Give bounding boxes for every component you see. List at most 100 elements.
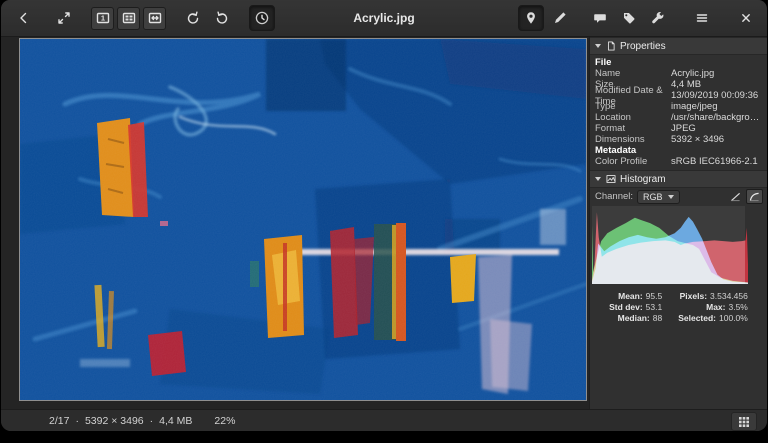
- toolbar-right: [518, 5, 767, 31]
- property-group-title: Metadata: [590, 145, 767, 156]
- menu-icon: [694, 10, 710, 26]
- tools-button[interactable]: [645, 5, 671, 31]
- stat-value: 53.1: [646, 302, 663, 312]
- properties-body: File Name Acrylic.jpg Size 4,4 MB Modifi…: [590, 55, 767, 167]
- expander-icon: [595, 44, 601, 48]
- histogram-section-header[interactable]: Histogram: [590, 170, 767, 188]
- comment-icon: [592, 10, 608, 26]
- property-row: Dimensions 5392 × 3496: [590, 134, 767, 145]
- rotate-left-icon: [185, 10, 201, 26]
- histogram-scale-buttons: [727, 189, 763, 204]
- property-value: 13/09/2019 00:09:36: [671, 90, 762, 101]
- stat-label: Pixels:: [678, 291, 707, 301]
- histogram-channel-row: Channel: RGB: [590, 188, 767, 204]
- property-row: Type image/jpeg: [590, 101, 767, 112]
- svg-text:1: 1: [100, 14, 104, 23]
- property-value: 5392 × 3496: [671, 134, 728, 145]
- stat-value: 3.5%: [728, 302, 747, 312]
- thumbnail-grid-button[interactable]: [731, 412, 757, 431]
- histogram-stats: Mean:95.5 Std dev:53.1 Median:88 Pixels:…: [590, 284, 767, 323]
- histogram-chart: [592, 206, 745, 284]
- property-row: Location /usr/share/background...: [590, 112, 767, 123]
- stat-value: 88: [653, 313, 662, 323]
- edit-file-button[interactable]: [547, 5, 573, 31]
- linear-histogram-icon: [730, 192, 741, 202]
- stats-right-column: Pixels:3.534.456 Max:3.5% Selected:100.0…: [678, 291, 748, 323]
- headerbar: Acrylic.jpg 1: [1, 0, 767, 37]
- zoom-fit-button[interactable]: [117, 7, 140, 30]
- stat-label: Max:: [678, 302, 725, 312]
- property-row: Name Acrylic.jpg: [590, 68, 767, 79]
- zoom-fit-icon: [121, 10, 137, 26]
- stat-label: Mean:: [609, 291, 643, 301]
- linear-scale-button[interactable]: [727, 189, 744, 204]
- channel-select[interactable]: RGB: [637, 190, 680, 204]
- zoom-original-icon: 1: [95, 10, 111, 26]
- location-pin-icon: [523, 10, 539, 26]
- tag-icon: [621, 10, 637, 26]
- properties-section-title: Properties: [620, 41, 666, 52]
- logarithmic-histogram-icon: [749, 192, 760, 202]
- photo-acrylic-painting: [20, 39, 586, 400]
- histogram-section-title: Histogram: [620, 174, 666, 185]
- property-group-title: File: [590, 57, 767, 68]
- property-value: JPEG: [671, 123, 700, 134]
- stat-label: Median:: [609, 313, 650, 323]
- app-window: Acrylic.jpg 1: [1, 0, 767, 431]
- toolbar-left: 1: [1, 5, 275, 31]
- properties-icon: [606, 41, 616, 51]
- stat-value: 95.5: [646, 291, 663, 301]
- property-label: Type: [595, 101, 671, 112]
- back-icon: [16, 10, 32, 26]
- grid-icon: [738, 416, 750, 428]
- expander-icon: [595, 177, 601, 181]
- tags-button[interactable]: [616, 5, 642, 31]
- property-value: sRGB IEC61966-2.1: [671, 156, 762, 167]
- image-viewer: [1, 37, 589, 410]
- stat-value: 100.0%: [719, 313, 748, 323]
- property-value: /usr/share/background...: [671, 112, 767, 123]
- slideshow-button[interactable]: [249, 5, 275, 31]
- stat-label: Std dev:: [609, 302, 643, 312]
- zoom-original-button[interactable]: 1: [91, 7, 114, 30]
- status-zoom-level: 22%: [214, 415, 235, 427]
- property-label: Format: [595, 123, 671, 134]
- menu-button[interactable]: [689, 5, 715, 31]
- fullscreen-icon: [56, 10, 72, 26]
- rotate-left-button[interactable]: [180, 5, 206, 31]
- property-row: Modified Date & Time 13/09/2019 00:09:36: [590, 90, 767, 101]
- slideshow-clock-icon: [254, 10, 270, 26]
- close-window-button[interactable]: [733, 5, 759, 31]
- comment-button[interactable]: [587, 5, 613, 31]
- stat-label: Selected:: [678, 313, 716, 323]
- rotate-right-button[interactable]: [209, 5, 235, 31]
- property-label: Dimensions: [595, 134, 671, 145]
- property-row: Color Profile sRGB IEC61966-2.1: [590, 156, 767, 167]
- property-row: Format JPEG: [590, 123, 767, 134]
- tools-wrench-icon: [650, 10, 666, 26]
- stats-left-column: Mean:95.5 Std dev:53.1 Median:88: [609, 291, 662, 323]
- property-value: 4,4 MB: [671, 79, 705, 90]
- property-value: Acrylic.jpg: [671, 68, 718, 79]
- status-dimensions: 5392 × 3496: [85, 415, 144, 427]
- property-label: Name: [595, 68, 671, 79]
- back-button[interactable]: [11, 5, 37, 31]
- zoom-fit-width-button[interactable]: [143, 7, 166, 30]
- histogram-svg: [592, 206, 748, 284]
- logarithmic-scale-button[interactable]: [746, 189, 763, 204]
- status-filesize: 4,4 MB: [159, 415, 192, 427]
- rotate-right-icon: [214, 10, 230, 26]
- properties-section-header[interactable]: Properties: [590, 37, 767, 55]
- channel-label: Channel:: [595, 191, 633, 202]
- channel-value: RGB: [643, 192, 663, 202]
- fullscreen-button[interactable]: [51, 5, 77, 31]
- photo-viewport[interactable]: [19, 38, 587, 401]
- property-value: image/jpeg: [671, 101, 721, 112]
- status-text: 2/17 · 5392 × 3496 · 4,4 MB 22%: [1, 415, 235, 427]
- property-label: Color Profile: [595, 156, 671, 167]
- status-separator: ·: [150, 415, 154, 427]
- properties-toggle-button[interactable]: [518, 5, 544, 31]
- edit-brush-icon: [552, 10, 568, 26]
- sidebar: Properties File Name Acrylic.jpg Size 4,…: [589, 37, 767, 410]
- statusbar: 2/17 · 5392 × 3496 · 4,4 MB 22%: [1, 409, 767, 431]
